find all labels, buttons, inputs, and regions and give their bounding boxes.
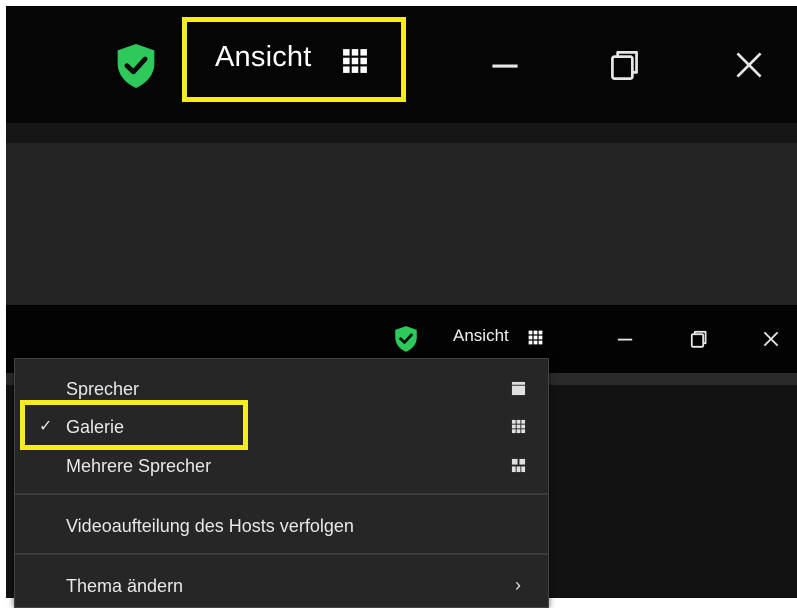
close-icon[interactable]: [759, 327, 783, 351]
highlight-box-galerie: [20, 400, 248, 450]
menu-item-change-theme[interactable]: Thema ändern ›: [15, 568, 548, 602]
view-button-label[interactable]: Ansicht: [453, 326, 509, 346]
close-icon[interactable]: [728, 44, 770, 86]
grid-icon[interactable]: [528, 330, 543, 345]
restore-icon[interactable]: [604, 44, 646, 86]
multi-speaker-icon: [511, 458, 526, 473]
titlebar-shadow: [6, 123, 797, 143]
grid-icon[interactable]: [342, 48, 368, 74]
menu-item-label: Videoaufteilung des Hosts verfolgen: [66, 516, 354, 536]
minimize-icon[interactable]: [484, 44, 526, 86]
view-dropdown-menu: Sprecher ✓ Galerie Mehrere Sprecher Vide…: [14, 358, 549, 608]
gallery-grid-icon: [511, 419, 526, 434]
shield-check-icon[interactable]: [393, 325, 419, 353]
view-button-label[interactable]: Ansicht: [215, 41, 312, 74]
menu-item-label: Mehrere Sprecher: [66, 456, 212, 476]
menu-item-label: Sprecher: [66, 379, 140, 399]
restore-icon[interactable]: [687, 327, 711, 351]
zoomed-titlebar-view: Ansicht: [6, 6, 797, 305]
menu-item-label: Thema ändern: [66, 576, 184, 596]
speaker-view-icon: [511, 381, 526, 396]
menu-separator: [15, 493, 548, 495]
menu-item-follow-host-video[interactable]: Videoaufteilung des Hosts verfolgen: [15, 508, 548, 542]
menu-item-multi-speaker[interactable]: Mehrere Sprecher: [15, 448, 548, 482]
chevron-right-icon: ›: [515, 575, 521, 595]
shield-check-icon[interactable]: [114, 42, 158, 90]
minimize-icon[interactable]: [613, 327, 637, 351]
menu-separator: [15, 553, 548, 555]
